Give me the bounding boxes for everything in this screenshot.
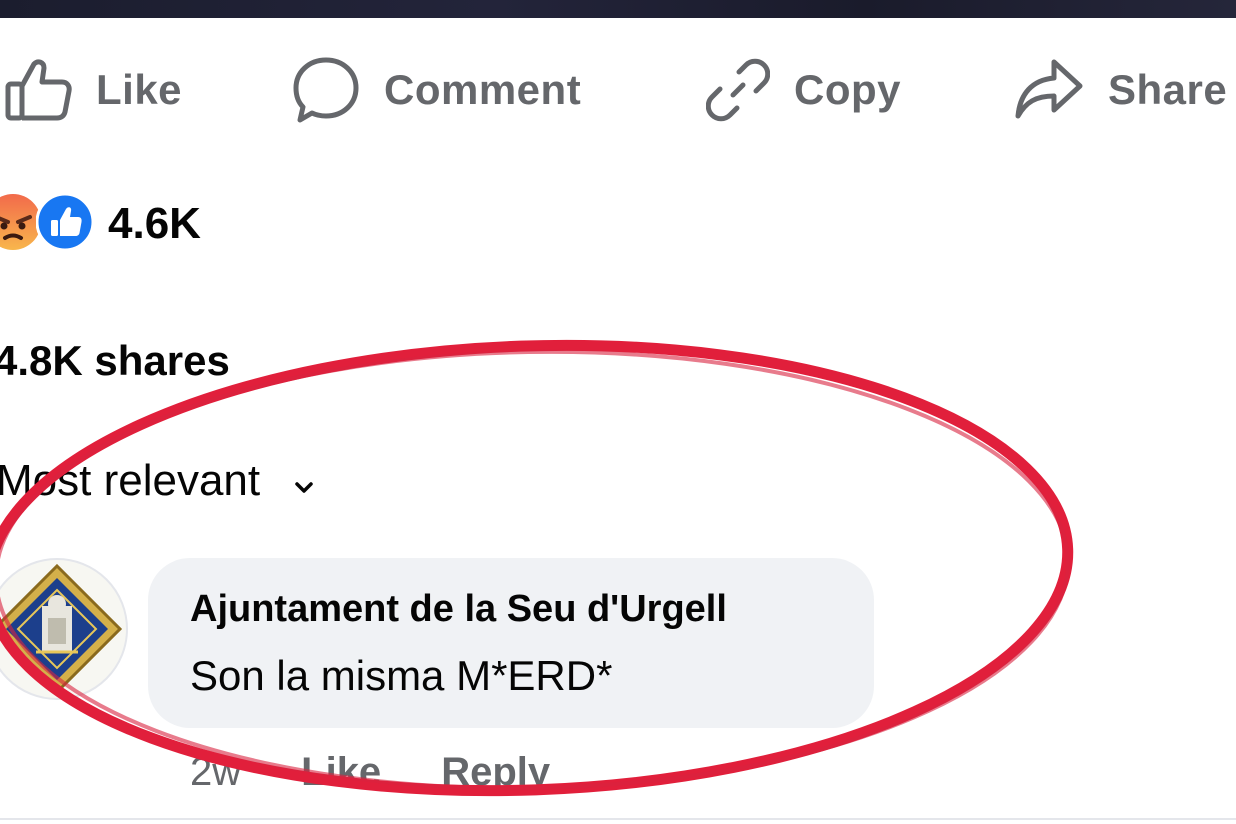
comment-meta: 2w Like Reply bbox=[190, 750, 550, 795]
comment-button[interactable]: Comment bbox=[292, 50, 581, 130]
comment-label: Comment bbox=[384, 66, 582, 113]
copy-label: Copy bbox=[794, 66, 901, 113]
comment-sort-dropdown[interactable]: Most relevant bbox=[0, 456, 314, 506]
comment-text: Son la misma M*ERD* bbox=[190, 652, 613, 699]
copy-button[interactable]: Copy bbox=[706, 50, 901, 130]
comment-bubble-icon bbox=[292, 56, 360, 124]
comment-timestamp[interactable]: 2w bbox=[190, 750, 241, 795]
commenter-avatar[interactable] bbox=[0, 558, 128, 700]
comment-bubble: Ajuntament de la Seu d'Urgell Son la mis… bbox=[148, 558, 874, 728]
comment-reply-button[interactable]: Reply bbox=[441, 750, 550, 795]
share-arrow-icon bbox=[1014, 58, 1084, 122]
share-label: Share bbox=[1108, 66, 1228, 113]
reactions-summary[interactable]: 4.6K bbox=[0, 192, 201, 256]
comment-like-button[interactable]: Like bbox=[301, 750, 381, 795]
thumbs-up-icon bbox=[4, 56, 72, 124]
link-icon bbox=[706, 58, 770, 122]
post-action-bar: Like Comment Copy Share bbox=[0, 50, 1236, 130]
like-label: Like bbox=[96, 66, 183, 113]
chevron-down-icon bbox=[294, 456, 314, 506]
coat-of-arms-icon bbox=[0, 560, 126, 698]
post-image-bottom-edge bbox=[0, 0, 1236, 18]
divider bbox=[0, 818, 1236, 820]
comment-author[interactable]: Ajuntament de la Seu d'Urgell bbox=[190, 588, 727, 631]
shares-count[interactable]: 4.8K shares bbox=[0, 337, 230, 385]
like-button[interactable]: Like bbox=[4, 50, 182, 130]
share-button[interactable]: Share bbox=[1014, 50, 1227, 130]
sort-label: Most relevant bbox=[0, 456, 261, 505]
like-reaction-icon bbox=[35, 192, 95, 256]
reaction-count: 4.6K bbox=[108, 199, 201, 248]
